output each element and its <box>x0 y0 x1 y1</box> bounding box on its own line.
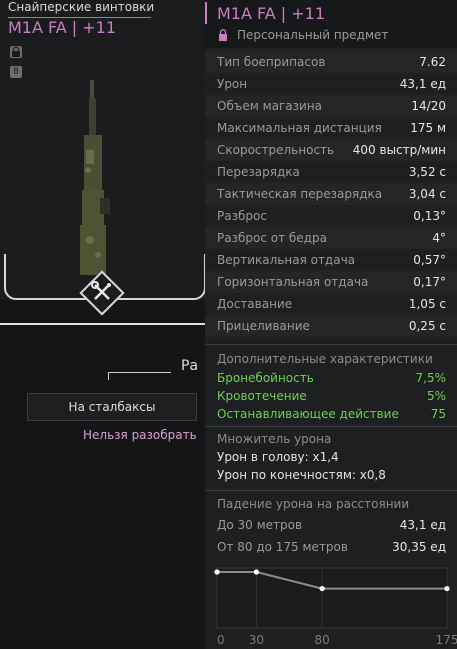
stat-label: Вертикальная отдача <box>217 253 356 267</box>
personal-item-label: Персональный предмет <box>237 28 389 42</box>
stat-row: Разброс 0,13° <box>205 205 457 227</box>
stopping-power-value: 75 <box>430 407 446 421</box>
stat-label: Перезарядка <box>217 165 300 179</box>
stat-value: 14/20 <box>411 99 446 113</box>
divider <box>0 323 205 325</box>
armor-penetration-label: Бронебойность <box>217 371 314 385</box>
falloff-far-value: 30,35 ед <box>392 540 446 554</box>
falloff-row: От 80 до 175 метров 30,35 ед <box>205 536 457 558</box>
stat-row: Перезарядка 3,52 с <box>205 161 457 183</box>
damage-falloff-chart: 0 30 80 175 <box>214 567 457 647</box>
tooltip-title: M1A FA | +11 <box>217 4 326 23</box>
stat-value: 1,05 с <box>408 297 446 311</box>
stat-label: Горизонтальная отдача <box>217 275 369 289</box>
stat-value: 7.62 <box>419 55 446 69</box>
title-accent <box>205 2 207 24</box>
stat-row: Горизонтальная отдача 0,17° <box>205 271 457 293</box>
section-separator <box>205 490 457 491</box>
level-badge-icon: 8 <box>10 66 22 78</box>
stat-value: 175 м <box>410 121 446 135</box>
falloff-row: До 30 метров 43,1 ед <box>205 514 457 536</box>
extra-stat-row: Останавливающее действие 75 <box>205 403 457 425</box>
headshot-multiplier: Урон в голову: x1,4 <box>217 450 339 464</box>
stat-row: Доставание 1,05 с <box>205 293 457 315</box>
stat-value: 0,17° <box>413 275 446 289</box>
stat-label: Скорострельность <box>217 143 335 157</box>
chart-point <box>444 585 450 592</box>
damage-multiplier-title: Множитель урона <box>217 432 332 446</box>
bleeding-label: Кровотечение <box>217 389 307 403</box>
stat-label: Максимальная дистанция <box>217 121 382 135</box>
stat-row: Урон 43,1 ед <box>205 73 457 95</box>
stat-row: Вертикальная отдача 0,57° <box>205 249 457 271</box>
limb-multiplier: Урон по конечностям: x0,8 <box>217 468 386 482</box>
damage-falloff-title: Падение урона на расстоянии <box>217 497 410 511</box>
falloff-far-label: От 80 до 175 метров <box>217 540 348 554</box>
stat-value: 43,1 ед <box>399 77 446 91</box>
falloff-near-value: 43,1 ед <box>399 518 446 532</box>
chart-point <box>214 569 220 575</box>
action-connector-tick <box>108 372 109 380</box>
stat-value: 4° <box>432 231 446 245</box>
action-connector <box>108 372 171 373</box>
lock-icon <box>219 29 227 41</box>
cannot-disassemble-label: Нельзя разобрать <box>83 428 197 442</box>
stopping-power-label: Останавливающее действие <box>217 407 399 421</box>
item-title: M1A FA | +11 <box>8 18 117 37</box>
stat-value: 400 выстр/мин <box>352 143 446 157</box>
stat-row: Тактическая перезарядка 3,04 с <box>205 183 457 205</box>
stat-label: Объем магазина <box>217 99 323 113</box>
section-separator <box>205 426 457 427</box>
x-tick-label: 0 <box>217 633 225 647</box>
extra-stats-title: Дополнительные характеристики <box>217 352 433 366</box>
stat-row: Скорострельность 400 выстр/мин <box>205 139 457 161</box>
chart-point <box>319 585 325 592</box>
stat-row: Разброс от бедра 4° <box>205 227 457 249</box>
stat-label: Доставание <box>217 297 293 311</box>
falloff-near-label: До 30 метров <box>217 518 303 532</box>
x-tick-label: 30 <box>249 633 264 647</box>
x-tick-label: 175 <box>436 633 457 647</box>
stat-label: Прицеливание <box>217 319 310 333</box>
section-separator <box>205 344 457 345</box>
stat-value: 0,25 с <box>408 319 446 333</box>
stat-label: Разброс от бедра <box>217 231 327 245</box>
stat-value: 0,57° <box>413 253 446 267</box>
lock-icon <box>10 46 22 58</box>
wrench-screwdriver-icon <box>91 281 111 300</box>
item-category: Снайперские винтовки <box>8 0 155 14</box>
stat-row: Объем магазина 14/20 <box>205 95 457 117</box>
stat-row: Прицеливание 0,25 с <box>205 315 457 337</box>
sell-for-stalbucks-button[interactable]: На сталбаксы <box>27 393 197 421</box>
armor-penetration-value: 7,5% <box>415 371 447 385</box>
item-card[interactable]: Снайперские винтовки M1A FA | +11 8 <box>0 0 206 300</box>
partial-action-label[interactable]: Ра <box>181 358 198 374</box>
chart-plot-area <box>216 567 448 629</box>
stat-label: Тип боеприпасов <box>217 55 326 69</box>
rifle-image <box>80 80 110 275</box>
stat-label: Урон <box>217 77 248 91</box>
chart-point <box>253 569 260 575</box>
stat-value: 3,52 с <box>408 165 446 179</box>
stat-row: Максимальная дистанция 175 м <box>205 117 457 139</box>
bleeding-value: 5% <box>426 389 446 403</box>
x-tick-label: 80 <box>315 633 330 647</box>
stat-label: Тактическая перезарядка <box>217 187 383 201</box>
stat-row: Тип боеприпасов 7.62 <box>205 51 457 73</box>
stat-value: 0,13° <box>413 209 446 223</box>
stat-value: 3,04 с <box>408 187 446 201</box>
stat-label: Разброс <box>217 209 267 223</box>
